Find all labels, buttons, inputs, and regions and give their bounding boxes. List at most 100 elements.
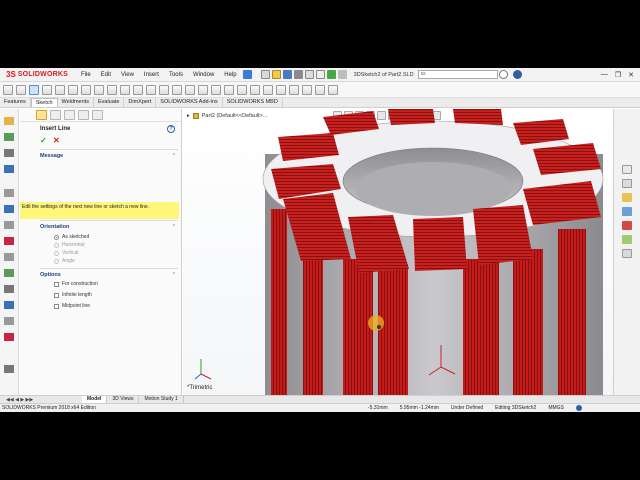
graphics-viewport[interactable]: ▸ Part2 (Default<<Default>... *Trimetric — [183, 109, 613, 398]
solidworks-logo[interactable]: 3S SOLIDWORKS — [0, 68, 76, 82]
menu-view[interactable]: View — [116, 72, 139, 78]
tab-mbd[interactable]: SOLIDWORKS MBD — [223, 98, 283, 107]
custom-properties-icon[interactable] — [622, 235, 632, 244]
radio-button[interactable] — [54, 234, 59, 240]
relations-icon[interactable] — [4, 205, 14, 213]
checkbox[interactable] — [54, 303, 59, 309]
rebuild-icon[interactable] — [326, 70, 336, 79]
quick-snaps-icon[interactable] — [289, 84, 299, 95]
radio-button[interactable] — [54, 250, 59, 256]
help-icon[interactable] — [512, 70, 522, 79]
point-icon[interactable] — [4, 133, 14, 141]
plane-icon[interactable] — [4, 301, 14, 309]
radio-button[interactable] — [54, 258, 59, 264]
open-icon[interactable] — [271, 70, 281, 79]
orientation-section-header[interactable]: Orientation — [40, 224, 69, 230]
property-manager-tab-icon[interactable] — [36, 110, 47, 120]
options-icon[interactable] — [337, 70, 347, 79]
save-icon[interactable] — [282, 70, 292, 79]
undo-icon[interactable] — [304, 70, 314, 79]
forum-icon[interactable] — [622, 249, 632, 258]
display-relations-icon[interactable] — [263, 84, 273, 95]
circle-tool-icon[interactable] — [68, 84, 78, 95]
dimxpert-tab-icon[interactable] — [78, 110, 89, 120]
repair-sketch-icon[interactable] — [276, 84, 286, 95]
feature-tree-tab-icon[interactable] — [50, 110, 61, 120]
line-tool-icon[interactable] — [29, 84, 39, 95]
select-icon[interactable] — [315, 70, 325, 79]
repair-icon[interactable] — [4, 333, 14, 341]
smart-dimension-icon[interactable] — [16, 84, 26, 95]
tab-sketch[interactable]: Sketch — [30, 98, 58, 107]
appearances-icon[interactable] — [622, 221, 632, 230]
spline-tool-icon[interactable] — [107, 84, 117, 95]
radio-as-sketched[interactable]: As sketched — [54, 234, 89, 240]
help-status-icon[interactable] — [575, 405, 582, 411]
menu-file[interactable]: File — [76, 72, 96, 78]
tab-model[interactable]: Model — [82, 396, 108, 403]
sketch-icon[interactable] — [3, 84, 13, 95]
solidworks-resources-icon[interactable] — [622, 165, 632, 174]
radio-vertical[interactable]: Vertical — [54, 250, 78, 256]
rectangle-tool-icon[interactable] — [42, 84, 52, 95]
tab-features[interactable]: Features — [0, 98, 31, 107]
point-tool-icon[interactable] — [146, 84, 156, 95]
shaded-sketch-icon[interactable] — [328, 84, 338, 95]
chevron-up-icon[interactable]: ⌃ — [172, 153, 176, 159]
tab-dimxpert[interactable]: DimXpert — [124, 98, 157, 107]
checkbox[interactable] — [54, 292, 59, 298]
mirror-icon[interactable] — [4, 237, 14, 245]
smart-dimension-side-icon[interactable] — [4, 189, 14, 197]
ok-button[interactable]: ✓ — [40, 136, 47, 145]
restore-icon[interactable]: ❐ — [615, 71, 621, 79]
radio-angle[interactable]: Angle — [54, 258, 75, 264]
radio-horizontal[interactable]: Horizontal — [54, 242, 85, 248]
tab-scroll-arrows[interactable]: ◀◀ ◀ ▶ ▶▶ — [0, 397, 82, 403]
offset-entities-icon[interactable] — [211, 84, 221, 95]
move-entities-icon[interactable] — [250, 84, 260, 95]
slot-tool-icon[interactable] — [55, 84, 65, 95]
arc-tool-icon[interactable] — [81, 84, 91, 95]
view-palette-icon[interactable] — [622, 207, 632, 216]
instant2d-icon[interactable] — [315, 84, 325, 95]
minimize-icon[interactable]: — — [601, 71, 608, 79]
mirror-entities-icon[interactable] — [224, 84, 234, 95]
text-icon[interactable] — [4, 165, 14, 173]
stator-model[interactable] — [183, 109, 613, 398]
trim-tool-icon[interactable] — [185, 84, 195, 95]
convert-icon[interactable] — [4, 269, 14, 277]
pin-icon[interactable] — [242, 70, 252, 79]
file-explorer-icon[interactable] — [622, 193, 632, 202]
checkbox[interactable] — [54, 281, 59, 287]
convert-entities-icon[interactable] — [198, 84, 208, 95]
menu-edit[interactable]: Edit — [96, 72, 116, 78]
tab-motion-study[interactable]: Motion Study 1 — [139, 396, 184, 403]
move-icon[interactable] — [4, 317, 14, 325]
text-tool-icon[interactable] — [159, 84, 169, 95]
menu-insert[interactable]: Insert — [139, 72, 164, 78]
search-input[interactable]: ss — [417, 70, 498, 79]
home-icon[interactable] — [260, 70, 270, 79]
rapid-sketch-icon[interactable] — [302, 84, 312, 95]
close-icon[interactable]: ✕ — [628, 71, 634, 79]
search-icon[interactable] — [498, 70, 508, 79]
menu-tools[interactable]: Tools — [164, 72, 188, 78]
options-section-header[interactable]: Options — [40, 272, 61, 278]
status-units[interactable]: MMGS — [548, 405, 564, 411]
checkbox-midpoint-line[interactable]: Midpoint line — [54, 303, 90, 309]
checkbox-for-construction[interactable]: For construction — [54, 281, 98, 287]
tab-addins[interactable]: SOLIDWORKS Add-Ins — [156, 98, 223, 107]
line-icon[interactable] — [4, 117, 14, 125]
menu-window[interactable]: Window — [188, 72, 219, 78]
polygon-tool-icon[interactable] — [94, 84, 104, 95]
plane-tool-icon[interactable] — [172, 84, 182, 95]
config-manager-tab-icon[interactable] — [64, 110, 75, 120]
help-icon[interactable]: ? — [167, 125, 175, 133]
grid-icon[interactable] — [4, 365, 14, 373]
ellipse-tool-icon[interactable] — [120, 84, 130, 95]
spline-icon[interactable] — [4, 149, 14, 157]
cancel-button[interactable]: ✕ — [53, 136, 60, 145]
design-library-icon[interactable] — [622, 179, 632, 188]
tab-evaluate[interactable]: Evaluate — [94, 98, 125, 107]
radio-button[interactable] — [54, 242, 59, 248]
